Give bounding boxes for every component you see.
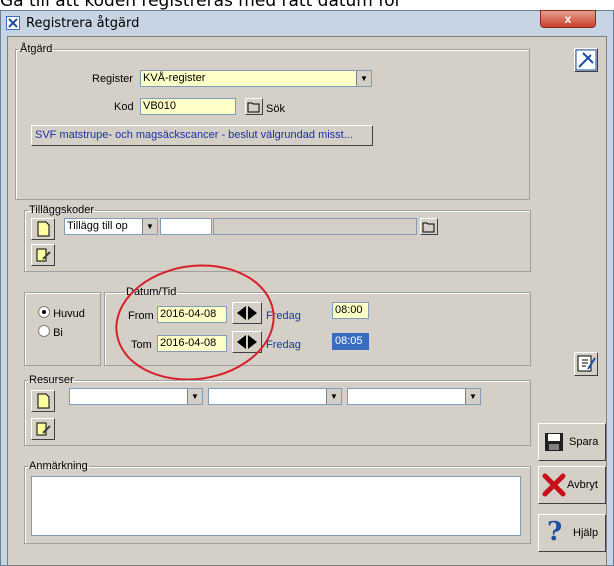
tom-day: Fredag [266,339,301,351]
anmarkning-legend: Anmärkning [29,460,88,472]
new-resurs-button[interactable] [31,390,55,412]
edit-document-icon [36,248,51,262]
resurs-select-3[interactable]: ▼ [347,388,481,405]
description-button[interactable]: SVF matstrupe- och magsäckscancer - besl… [31,125,373,146]
avbryt-label: Avbryt [567,479,598,491]
edit-tillagg-button[interactable] [31,244,55,266]
kod-label: Kod [114,101,134,113]
hjalp-button[interactable]: ? Hjälp [538,514,606,552]
hjalp-label: Hjälp [573,527,599,539]
bi-label: Bi [53,327,63,339]
tillagg-code-field[interactable] [160,218,212,235]
edit-notes-icon [577,355,596,372]
app-icon [6,16,20,30]
notes-button[interactable] [574,352,598,376]
resurs-select-1[interactable]: ▼ [69,388,203,405]
settings-button[interactable] [574,48,598,72]
radio-selected-icon [38,306,50,318]
bi-radio[interactable]: Bi [38,325,63,339]
tools-icon [575,49,597,71]
help-question-icon: ? [547,517,563,547]
kod-field[interactable]: VB010 [140,98,236,115]
avbryt-button[interactable]: Avbryt [538,466,606,504]
tillagg-value: Tillägg till op [67,220,128,232]
edit-resurs-button[interactable] [31,418,55,440]
chevron-down-icon[interactable]: ▼ [142,219,157,234]
spara-label: Spara [569,436,599,448]
search-button[interactable] [245,98,263,115]
chevron-down-icon[interactable]: ▼ [356,71,371,86]
new-document-icon [37,221,50,237]
tillagg-search-button[interactable] [420,218,438,235]
sok-label: Sök [266,103,285,115]
folder-search-icon [247,102,260,113]
register-value: KVÅ-register [143,72,206,84]
spara-button[interactable]: Spara [538,423,606,461]
chevron-down-icon[interactable]: ▼ [187,389,202,404]
huvud-label: Huvud [53,308,85,320]
tom-time-field[interactable]: 08:05 [332,333,369,350]
chevron-down-icon[interactable]: ▼ [326,389,341,404]
atgard-legend: Åtgärd [20,43,53,55]
resurser-legend: Resurser [29,374,74,386]
tillagg-select[interactable]: Tillägg till op ▼ [64,218,158,235]
radio-unselected-icon [38,325,50,337]
new-tillagg-button[interactable] [31,218,55,240]
tillagg-description-field [213,218,417,235]
chevron-down-icon[interactable]: ▼ [465,389,480,404]
register-select[interactable]: KVÅ-register ▼ [140,70,372,87]
anmarkning-textarea[interactable] [31,476,521,536]
cancel-x-icon [542,473,566,497]
window-title: Registrera åtgärd [26,16,140,31]
save-icon [545,433,563,451]
resurs-select-2[interactable]: ▼ [208,388,342,405]
atgard-group: Åtgärd [15,43,530,200]
register-label: Register [92,73,133,85]
folder-search-icon [422,222,435,233]
resurser-group: Resurser [24,374,531,446]
tillagg-group: Tilläggskoder [24,204,531,272]
tillagg-legend: Tilläggskoder [29,204,95,216]
close-button[interactable]: x [540,10,596,28]
edit-document-icon [36,422,51,436]
new-document-icon [37,393,50,409]
from-time-field[interactable]: 08:00 [332,302,369,319]
huvud-radio[interactable]: Huvud [38,306,85,320]
